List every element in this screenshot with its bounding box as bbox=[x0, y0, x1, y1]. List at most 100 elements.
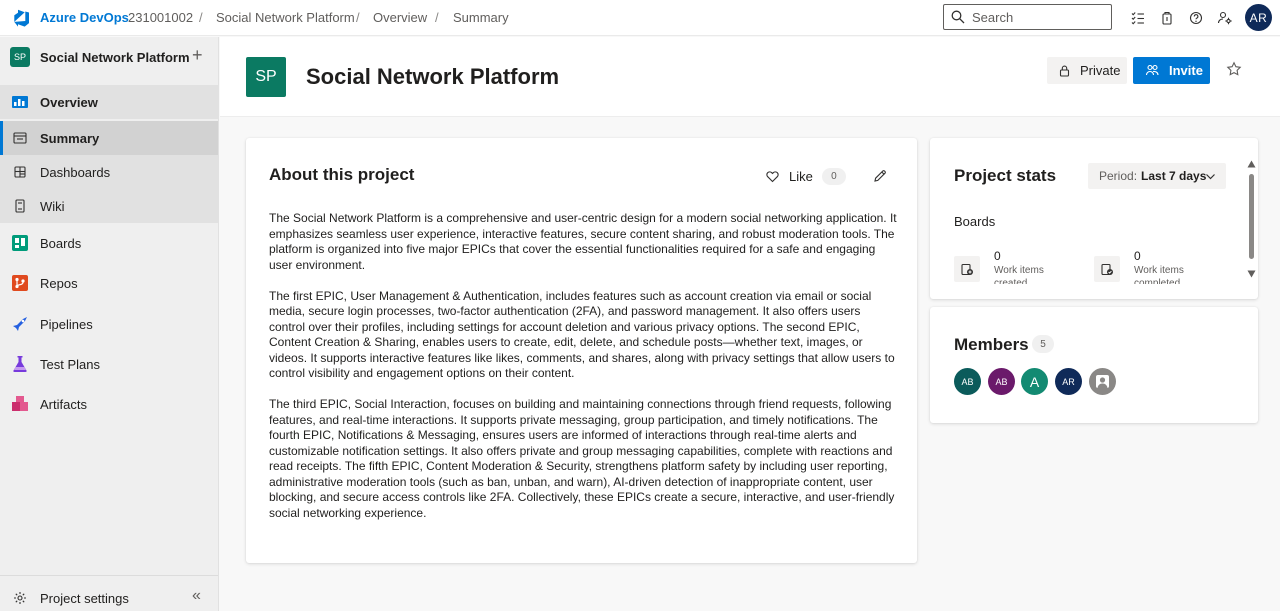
default-user-icon bbox=[1096, 375, 1109, 388]
scroll-up-arrow-icon[interactable] bbox=[1247, 160, 1256, 168]
member-avatar[interactable]: A bbox=[1021, 368, 1048, 395]
project-badge: SP bbox=[10, 47, 30, 67]
sidebar-item-overview[interactable]: Overview bbox=[0, 85, 218, 119]
search-icon bbox=[951, 10, 965, 24]
brand-name[interactable]: Azure DevOps bbox=[40, 10, 129, 25]
sidebar-item-summary[interactable]: Summary bbox=[0, 121, 218, 155]
boards-icon bbox=[12, 235, 28, 251]
help-icon[interactable] bbox=[1187, 9, 1205, 27]
top-bar: Azure DevOps 231001002 / Social Network … bbox=[0, 0, 1280, 36]
overview-icon bbox=[12, 96, 28, 108]
sidebar-item-boards[interactable]: Boards bbox=[0, 226, 218, 260]
sidebar-item-label: Wiki bbox=[40, 199, 65, 214]
stat-work-items-completed[interactable]: 0 Work items completed bbox=[1094, 247, 1224, 287]
gear-icon bbox=[14, 592, 26, 604]
sidebar-item-label: Artifacts bbox=[40, 397, 87, 412]
private-button[interactable]: Private bbox=[1047, 57, 1127, 84]
repos-icon bbox=[12, 275, 28, 291]
favorite-star-icon[interactable] bbox=[1226, 61, 1242, 77]
member-avatar-default[interactable] bbox=[1089, 368, 1116, 395]
search-box[interactable] bbox=[943, 4, 1112, 30]
invite-button[interactable]: Invite bbox=[1133, 57, 1210, 84]
project-header: SP Social Network Platform Private Invit… bbox=[220, 37, 1280, 117]
about-title: About this project bbox=[269, 165, 415, 184]
stats-title: Project stats bbox=[954, 166, 1057, 185]
breadcrumb-separator: / bbox=[199, 10, 203, 25]
lock-icon bbox=[1059, 65, 1070, 77]
search-input[interactable] bbox=[972, 9, 1102, 25]
azure-devops-logo-icon[interactable] bbox=[11, 8, 31, 28]
like-button[interactable]: Like 0 bbox=[766, 168, 846, 185]
sidebar-item-repos[interactable]: Repos bbox=[0, 266, 218, 300]
collapse-sidebar-button[interactable]: « bbox=[192, 587, 201, 605]
sidebar-item-wiki[interactable]: Wiki bbox=[0, 189, 218, 223]
user-avatar[interactable]: AR bbox=[1245, 4, 1272, 31]
edit-pencil-icon[interactable] bbox=[873, 169, 887, 183]
sidebar-item-label: Overview bbox=[40, 95, 98, 110]
stat-work-items-created[interactable]: 0 Work items created bbox=[954, 247, 1084, 287]
work-item-completed-icon bbox=[1101, 263, 1113, 276]
test-plans-icon bbox=[13, 356, 27, 372]
breadcrumb-separator: / bbox=[356, 10, 360, 25]
members-card: Members 5 AB AB A AR bbox=[930, 307, 1258, 423]
sidebar-item-dashboards[interactable]: Dashboards bbox=[0, 155, 218, 189]
period-label: Period: bbox=[1099, 169, 1138, 183]
member-avatar[interactable]: AR bbox=[1055, 368, 1082, 395]
stat-label: Work items created bbox=[994, 265, 1044, 284]
sidebar-project-name: Social Network Platform bbox=[40, 50, 190, 65]
stat-icon-box bbox=[954, 256, 980, 282]
chevron-down-icon bbox=[1206, 174, 1215, 180]
about-description: The Social Network Platform is a compreh… bbox=[269, 211, 897, 537]
sidebar-item-pipelines[interactable]: Pipelines bbox=[0, 307, 218, 341]
members-count-badge: 5 bbox=[1032, 335, 1054, 353]
like-label: Like bbox=[789, 169, 813, 184]
work-item-created-icon bbox=[961, 263, 973, 276]
sidebar-item-label: Summary bbox=[40, 131, 100, 146]
stats-scrollbar-thumb[interactable] bbox=[1249, 174, 1254, 259]
sidebar-item-artifacts[interactable]: Artifacts bbox=[0, 387, 218, 421]
sidebar-item-label: Pipelines bbox=[40, 317, 93, 332]
stat-label: Work items completed bbox=[1134, 265, 1184, 284]
period-value: Last 7 days bbox=[1141, 169, 1207, 183]
breadcrumb-overview[interactable]: Overview bbox=[373, 10, 427, 25]
member-avatar[interactable]: AB bbox=[954, 368, 981, 395]
period-dropdown[interactable]: Period: Last 7 days bbox=[1088, 163, 1226, 189]
project-stats-card: Project stats Period: Last 7 days Boards… bbox=[930, 138, 1258, 299]
sidebar-item-label: Repos bbox=[40, 276, 78, 291]
dashboards-icon bbox=[14, 166, 26, 178]
members-title: Members bbox=[954, 335, 1029, 354]
sidebar-item-test-plans[interactable]: Test Plans bbox=[0, 347, 218, 381]
private-label: Private bbox=[1080, 63, 1121, 78]
sidebar-item-label: Boards bbox=[40, 236, 82, 251]
invite-users-icon bbox=[1145, 64, 1159, 76]
work-items-list-icon[interactable] bbox=[1129, 9, 1147, 27]
wiki-icon bbox=[15, 199, 25, 213]
about-project-card: About this project Like 0 The Social Net… bbox=[246, 138, 917, 563]
breadcrumb-organization[interactable]: 231001002 bbox=[128, 10, 193, 25]
member-avatar[interactable]: AB bbox=[988, 368, 1015, 395]
sidebar-item-project-settings[interactable]: Project settings « bbox=[0, 575, 218, 611]
sidebar-item-label: Dashboards bbox=[40, 165, 111, 180]
breadcrumb-separator: / bbox=[435, 10, 439, 25]
sidebar-project-header[interactable]: SP Social Network Platform + bbox=[0, 37, 218, 79]
invite-label: Invite bbox=[1169, 63, 1203, 78]
summary-icon bbox=[13, 132, 27, 144]
breadcrumb-summary[interactable]: Summary bbox=[453, 10, 509, 25]
heart-icon bbox=[766, 171, 779, 183]
about-paragraph: The first EPIC, User Management & Authen… bbox=[269, 288, 895, 381]
add-project-button[interactable]: + bbox=[192, 45, 203, 65]
marketplace-bag-icon[interactable] bbox=[1158, 9, 1176, 27]
like-count-badge: 0 bbox=[821, 168, 846, 185]
project-settings-label: Project settings bbox=[40, 591, 129, 606]
boards-section-label: Boards bbox=[954, 214, 996, 229]
scroll-down-arrow-icon[interactable] bbox=[1247, 270, 1256, 278]
sidebar: SP Social Network Platform + Overview Su… bbox=[0, 37, 219, 611]
artifacts-icon bbox=[12, 396, 28, 411]
sidebar-item-label: Test Plans bbox=[40, 357, 100, 372]
stat-value: 0 bbox=[1134, 249, 1141, 263]
breadcrumb-project[interactable]: Social Network Platform bbox=[216, 10, 355, 25]
pipelines-icon bbox=[13, 317, 27, 331]
user-settings-icon[interactable] bbox=[1216, 9, 1234, 27]
about-paragraph: The Social Network Platform is a compreh… bbox=[269, 211, 897, 272]
stat-value: 0 bbox=[994, 249, 1001, 263]
